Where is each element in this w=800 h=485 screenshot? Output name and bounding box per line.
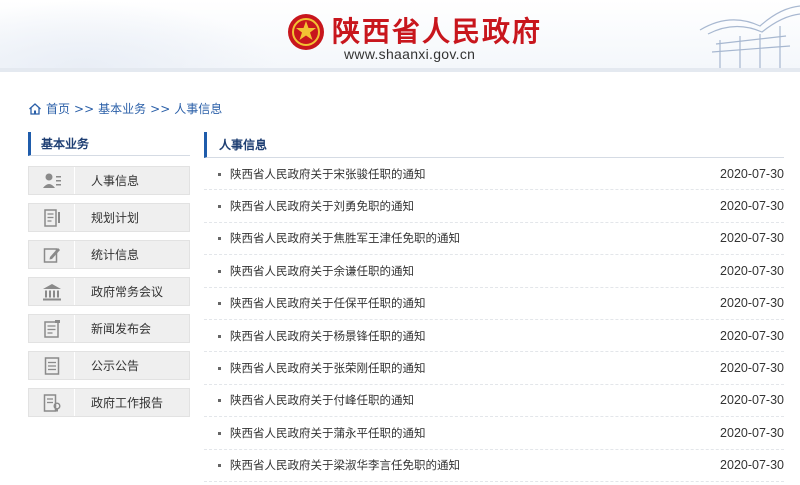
sidebar-item-planning[interactable]: 规划计划 xyxy=(28,203,190,232)
news-title[interactable]: 陕西省人民政府关于杨景锋任职的通知 xyxy=(230,328,720,344)
sidebar-item-work-report[interactable]: 政府工作报告 xyxy=(28,388,190,417)
header-divider xyxy=(0,68,800,72)
bullet-icon xyxy=(218,205,221,209)
bullet-icon xyxy=(218,367,221,371)
document-pen-icon xyxy=(43,208,60,227)
news-date: 2020-07-30 xyxy=(720,328,784,343)
news-item[interactable]: 陕西省人民政府关于刘勇免职的通知 2020-07-30 xyxy=(204,190,784,223)
press-release-icon xyxy=(43,319,60,338)
news-title[interactable]: 陕西省人民政府关于张荣刚任职的通知 xyxy=(230,360,720,376)
section-heading: 人事信息 xyxy=(204,132,784,158)
edit-note-icon xyxy=(43,247,60,263)
home-icon[interactable] xyxy=(28,102,42,116)
notice-list-icon xyxy=(44,356,59,375)
site-url: www.shaanxi.gov.cn xyxy=(344,46,476,62)
news-title[interactable]: 陕西省人民政府关于刘勇免职的通知 xyxy=(230,198,720,214)
government-building-icon xyxy=(42,283,61,300)
sidebar-item-label: 政府工作报告 xyxy=(91,396,164,410)
sidebar-item-label: 政府常务会议 xyxy=(91,285,164,299)
sidebar-item-personnel-info[interactable]: 人事信息 xyxy=(28,166,190,195)
news-item[interactable]: 陕西省人民政府关于杨景锋任职的通知 2020-07-30 xyxy=(204,320,784,353)
news-date: 2020-07-30 xyxy=(720,393,784,408)
news-title[interactable]: 陕西省人民政府关于梁淑华李言任免职的通知 xyxy=(230,457,720,473)
news-title[interactable]: 陕西省人民政府关于宋张骏任职的通知 xyxy=(230,166,720,182)
sidebar: 基本业务 人事信息 规划计划 统计信息 政府常务会议 新闻发布会 公示公告 政府… xyxy=(28,132,190,425)
news-date: 2020-07-30 xyxy=(720,361,784,376)
news-date: 2020-07-30 xyxy=(720,263,784,278)
news-item[interactable]: 陕西省人民政府关于付峰任职的通知 2020-07-30 xyxy=(204,385,784,418)
sidebar-item-label: 新闻发布会 xyxy=(91,322,152,336)
sidebar-item-label: 规划计划 xyxy=(91,211,140,225)
breadcrumb-separator: >> xyxy=(74,101,95,116)
news-list: 陕西省人民政府关于宋张骏任职的通知 2020-07-30 陕西省人民政府关于刘勇… xyxy=(204,158,784,482)
bullet-icon xyxy=(218,464,221,468)
bullet-icon xyxy=(218,269,221,273)
news-title[interactable]: 陕西省人民政府关于任保平任职的通知 xyxy=(230,295,720,311)
bullet-icon xyxy=(218,237,221,241)
report-seal-icon xyxy=(43,393,60,412)
bullet-icon xyxy=(218,302,221,306)
main-content: 人事信息 陕西省人民政府关于宋张骏任职的通知 2020-07-30 陕西省人民政… xyxy=(204,132,784,482)
sidebar-heading: 基本业务 xyxy=(28,132,190,156)
site-header: 陕西省人民政府 www.shaanxi.gov.cn xyxy=(0,0,800,68)
news-date: 2020-07-30 xyxy=(720,199,784,214)
sidebar-item-public-notice[interactable]: 公示公告 xyxy=(28,351,190,380)
sidebar-menu: 人事信息 规划计划 统计信息 政府常务会议 新闻发布会 公示公告 政府工作报告 xyxy=(28,166,190,417)
breadcrumb-home[interactable]: 首页 xyxy=(46,100,70,117)
news-title[interactable]: 陕西省人民政府关于余谦任职的通知 xyxy=(230,263,720,279)
site-title[interactable]: 陕西省人民政府 xyxy=(332,10,542,50)
news-item[interactable]: 陕西省人民政府关于宋张骏任职的通知 2020-07-30 xyxy=(204,158,784,191)
bullet-icon xyxy=(218,334,221,338)
bullet-icon xyxy=(218,431,221,435)
news-title[interactable]: 陕西省人民政府关于蒲永平任职的通知 xyxy=(230,425,720,441)
news-date: 2020-07-30 xyxy=(720,166,784,181)
news-date: 2020-07-30 xyxy=(720,458,784,473)
news-title[interactable]: 陕西省人民政府关于付峰任职的通知 xyxy=(230,392,720,408)
news-item[interactable]: 陕西省人民政府关于任保平任职的通知 2020-07-30 xyxy=(204,288,784,320)
bullet-icon xyxy=(218,172,221,176)
sidebar-item-press-conference[interactable]: 新闻发布会 xyxy=(28,314,190,343)
breadcrumb-personnel-info[interactable]: 人事信息 xyxy=(174,100,222,117)
city-gate-illustration-icon xyxy=(699,5,800,68)
news-title[interactable]: 陕西省人民政府关于焦胜军王津任免职的通知 xyxy=(230,230,720,246)
sidebar-item-label: 公示公告 xyxy=(91,359,140,373)
news-item[interactable]: 陕西省人民政府关于余谦任职的通知 2020-07-30 xyxy=(204,255,784,288)
sidebar-item-label: 人事信息 xyxy=(91,174,140,188)
news-date: 2020-07-30 xyxy=(720,231,784,246)
breadcrumb-basic-business[interactable]: 基本业务 xyxy=(98,100,146,117)
news-item[interactable]: 陕西省人民政府关于焦胜军王津任免职的通知 2020-07-30 xyxy=(204,223,784,256)
news-item[interactable]: 陕西省人民政府关于张荣刚任职的通知 2020-07-30 xyxy=(204,352,784,385)
news-date: 2020-07-30 xyxy=(720,296,784,311)
sidebar-item-statistics[interactable]: 统计信息 xyxy=(28,240,190,269)
bullet-icon xyxy=(218,399,221,403)
person-card-icon xyxy=(42,173,61,188)
news-item[interactable]: 陕西省人民政府关于梁淑华李言任免职的通知 2020-07-30 xyxy=(204,450,784,482)
news-item[interactable]: 陕西省人民政府关于蒲永平任职的通知 2020-07-30 xyxy=(204,417,784,450)
sidebar-item-label: 统计信息 xyxy=(91,248,140,262)
breadcrumb-separator: >> xyxy=(150,101,171,116)
news-date: 2020-07-30 xyxy=(720,425,784,440)
sidebar-item-executive-meeting[interactable]: 政府常务会议 xyxy=(28,277,190,306)
header-decoration xyxy=(0,0,280,68)
breadcrumb: 首页 >> 基本业务 >> 人事信息 xyxy=(28,100,222,117)
national-emblem-icon[interactable] xyxy=(286,12,326,52)
